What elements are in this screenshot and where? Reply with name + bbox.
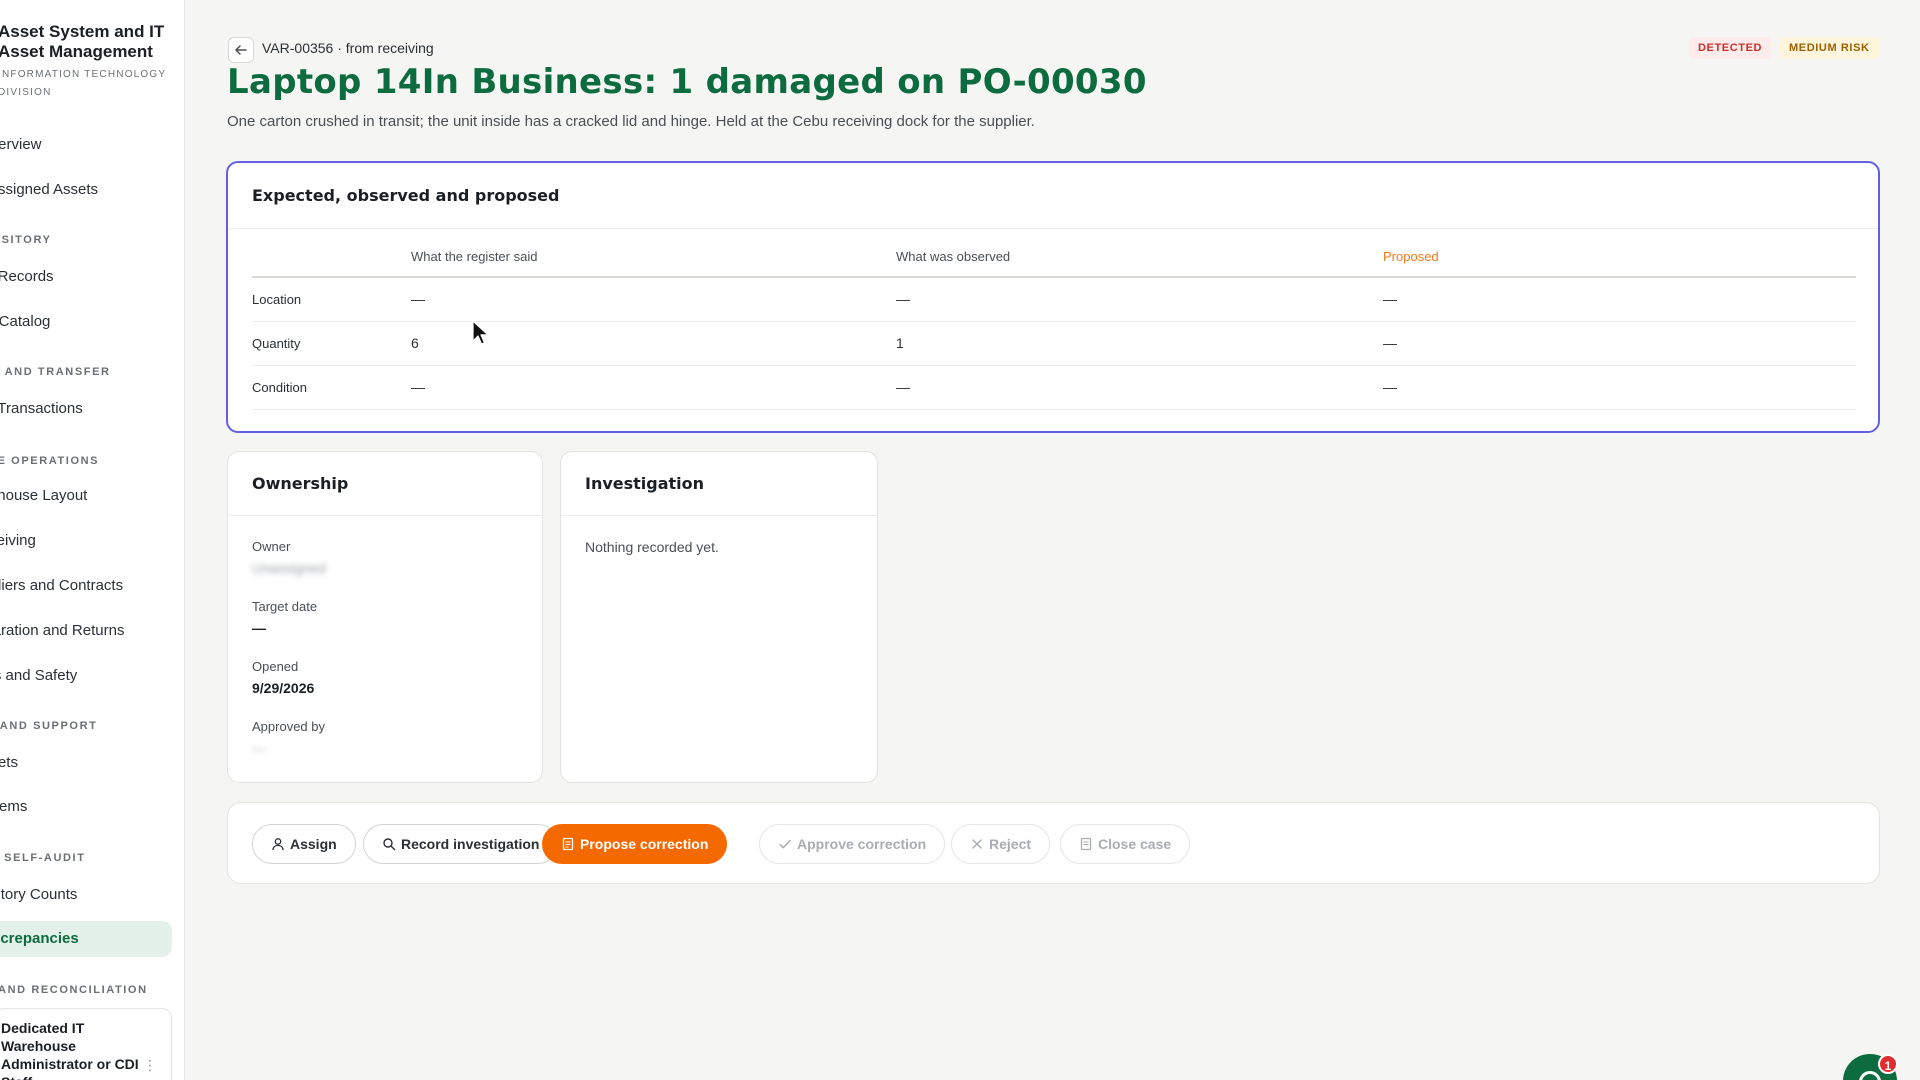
- observed-value: —: [896, 365, 1383, 410]
- user-name: Dedicated IT Warehouse Administrator or …: [1, 1020, 139, 1080]
- investigation-card: Investigation Nothing recorded yet.: [560, 451, 878, 783]
- notification-badge: 1: [1878, 1054, 1898, 1074]
- opened-label: Opened: [252, 659, 299, 674]
- comparison-table: What the register said What was observed…: [252, 249, 1856, 410]
- sidebar-section-help: Help and Support: [0, 720, 98, 732]
- table-row: Location — — —: [252, 277, 1856, 322]
- column-header-proposed: Proposed: [1383, 249, 1856, 278]
- user-card[interactable]: Dedicated IT Warehouse Administrator or …: [0, 1008, 172, 1080]
- sidebar-item-assigned-assets[interactable]: Assigned Assets: [0, 172, 160, 208]
- sidebar-section-audit: Audit and Self-Audit: [0, 852, 86, 864]
- table-row: Condition — — —: [252, 365, 1856, 410]
- column-header: [252, 249, 411, 278]
- sidebar-item-asset-records[interactable]: Asset Records: [0, 259, 128, 295]
- close-case-button[interactable]: Close case: [1060, 824, 1191, 864]
- app-subtitle: Information Technology Division: [0, 69, 167, 98]
- row-label: Location: [252, 277, 411, 322]
- sidebar-item-tickets[interactable]: Tickets: [0, 745, 143, 781]
- sidebar-item-separation[interactable]: Separation and Returns: [0, 613, 138, 649]
- record-investigation-label: Record investigation: [401, 836, 540, 852]
- approve-correction-label: Approve correction: [797, 836, 927, 852]
- mouse-cursor-icon: [472, 320, 489, 345]
- ownership-card-title: Ownership: [228, 452, 542, 516]
- target-date-value: —: [252, 620, 266, 636]
- document-icon: [1080, 837, 1092, 851]
- sidebar-item-access-safety[interactable]: Access and Safety: [0, 658, 125, 694]
- approved-by-value: —: [252, 740, 266, 756]
- record-investigation-button[interactable]: Record investigation: [363, 824, 559, 864]
- target-date-label: Target date: [252, 599, 318, 614]
- column-header-expected: What the register said: [411, 249, 896, 278]
- row-label: Quantity: [252, 321, 411, 366]
- close-case-label: Close case: [1098, 836, 1172, 852]
- assign-label: Assign: [290, 836, 337, 852]
- proposed-value: —: [1383, 321, 1856, 366]
- owner-label: Owner: [252, 539, 291, 554]
- user-icon: [272, 838, 284, 851]
- sidebar-section-reporting: Reporting and Reconciliation: [0, 984, 148, 996]
- sidebar-item-discrepancies[interactable]: Discrepancies: [0, 921, 172, 957]
- page-description: One carton crushed in transit; the unit …: [227, 113, 1035, 130]
- expected-value: —: [411, 277, 896, 322]
- sidebar-section-repository: Repository: [0, 234, 52, 246]
- sidebar-item-suppliers[interactable]: Suppliers and Contracts: [0, 568, 135, 604]
- chat-icon: [1859, 1071, 1881, 1080]
- column-header-observed: What was observed: [896, 249, 1383, 278]
- app-title: Asset System and IT Asset Management: [0, 22, 165, 61]
- sidebar-item-inventory-counts[interactable]: Inventory Counts: [0, 877, 136, 913]
- observed-value: —: [896, 277, 1383, 322]
- document-edit-icon: [562, 837, 574, 851]
- approve-correction-button[interactable]: Approve correction: [759, 824, 946, 864]
- reject-label: Reject: [989, 836, 1032, 852]
- check-icon: [779, 839, 791, 849]
- comparison-card: Expected, observed and proposed What the…: [226, 161, 1880, 433]
- more-vertical-icon[interactable]: ⋮: [143, 1057, 157, 1074]
- owner-value: Unassigned: [252, 560, 326, 576]
- risk-badge: MEDIUM RISK: [1780, 37, 1879, 59]
- opened-value: 9/29/2026: [252, 680, 315, 696]
- sidebar-item-overview[interactable]: Overview: [0, 127, 151, 163]
- observed-value: 1: [896, 321, 1383, 366]
- sidebar-item-problems[interactable]: Problems: [0, 789, 136, 825]
- propose-correction-label: Propose correction: [580, 836, 709, 852]
- sidebar: Asset System and IT Asset Management Inf…: [0, 0, 185, 1080]
- sidebar-section-warehouse: Warehouse Operations: [0, 455, 100, 467]
- sidebar-item-receiving[interactable]: Receiving: [0, 523, 142, 559]
- sidebar-item-asset-catalog[interactable]: Asset Catalog: [0, 304, 129, 340]
- breadcrumb: VAR-00356 · from receiving: [262, 40, 434, 56]
- reject-button[interactable]: Reject: [951, 824, 1051, 864]
- comparison-card-title: Expected, observed and proposed: [228, 163, 1878, 229]
- sidebar-item-asset-transactions[interactable]: Asset Transactions: [0, 391, 128, 427]
- back-button[interactable]: [228, 37, 254, 63]
- row-label: Condition: [252, 365, 411, 410]
- actions-bar: Assign Record investigation Propose corr…: [227, 802, 1880, 884]
- propose-correction-button[interactable]: Propose correction: [542, 824, 728, 864]
- table-header-row: What the register said What was observed…: [252, 249, 1856, 278]
- close-icon: [972, 839, 982, 849]
- expected-value: —: [411, 365, 896, 410]
- proposed-value: —: [1383, 277, 1856, 322]
- page-title: Laptop 14In Business: 1 damaged on PO-00…: [227, 62, 1147, 102]
- proposed-value: —: [1383, 365, 1856, 410]
- assign-button[interactable]: Assign: [252, 824, 356, 864]
- ownership-card: Ownership Owner Unassigned Target date —…: [227, 451, 543, 783]
- sidebar-section-movement: Movement and Transfer: [0, 366, 111, 378]
- table-row: Quantity 6 1 —: [252, 321, 1856, 366]
- brand: Asset System and IT Asset Management Inf…: [0, 22, 184, 102]
- investigation-empty-note: Nothing recorded yet.: [585, 539, 719, 555]
- sidebar-item-warehouse-layout[interactable]: Warehouse Layout: [0, 478, 134, 514]
- investigation-card-title: Investigation: [561, 452, 877, 516]
- status-badge: DETECTED: [1689, 37, 1772, 59]
- approved-by-label: Approved by: [252, 719, 325, 734]
- sidebar-item-label: Discrepancies: [0, 930, 79, 947]
- arrow-left-icon: [235, 45, 247, 55]
- search-icon: [383, 838, 396, 851]
